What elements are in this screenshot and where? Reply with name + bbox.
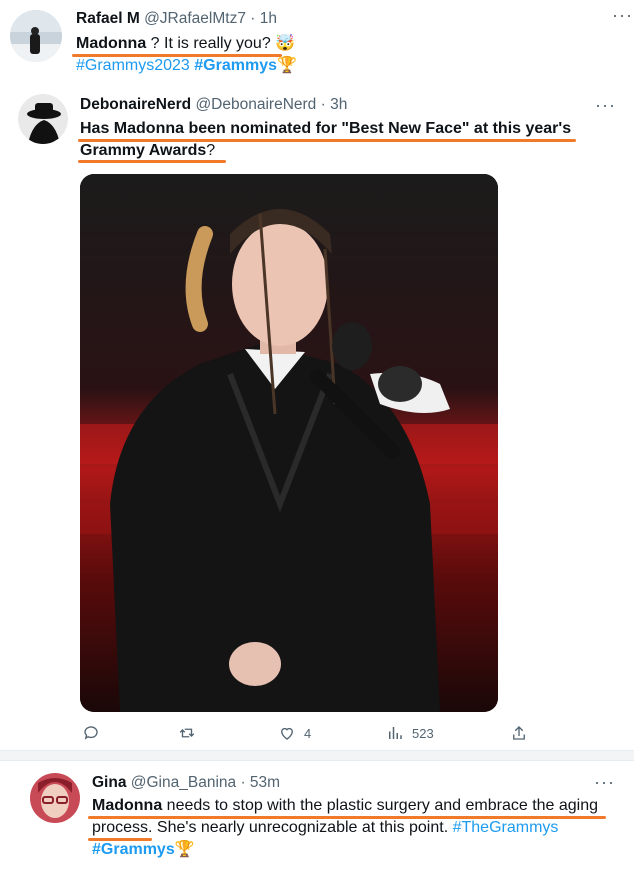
retweet-icon bbox=[179, 728, 195, 738]
like-button[interactable]: 4 bbox=[278, 724, 311, 742]
more-icon[interactable]: ··· bbox=[612, 6, 633, 24]
author-name[interactable]: Gina bbox=[92, 774, 126, 791]
tweet-text-rest: needs to stop with the plastic surgery a… bbox=[162, 797, 599, 814]
tweet-gina[interactable]: Gina @Gina_Banina · 53m ··· Madonna need… bbox=[0, 760, 634, 873]
mention-madonna: Madonna bbox=[76, 35, 147, 52]
hashtags: #Grammys2023 #Grammys🏆 bbox=[76, 56, 297, 76]
trophy-emoji: 🏆 bbox=[277, 57, 297, 74]
tweet-photo[interactable] bbox=[80, 174, 498, 712]
hashtag-grammys[interactable]: #Grammys bbox=[92, 841, 175, 858]
like-count: 4 bbox=[304, 725, 312, 741]
tweet-text-rest: She's nearly unrecognizable at this poin… bbox=[152, 819, 453, 836]
hashtag-thegrammys[interactable]: #TheGrammys bbox=[453, 819, 559, 836]
mention-madonna: Madonna bbox=[92, 797, 163, 814]
tweet-text-line1: Madonna needs to stop with the plastic s… bbox=[92, 796, 598, 816]
timestamp[interactable]: · 1h bbox=[250, 10, 277, 27]
like-icon bbox=[281, 727, 293, 740]
hashtag-grammys[interactable]: #Grammys bbox=[194, 57, 277, 74]
timestamp[interactable]: · 53m bbox=[240, 774, 280, 791]
author-line: Gina @Gina_Banina · 53m bbox=[92, 774, 280, 792]
tweet-text-rest: ? It is really you? 🤯 bbox=[146, 35, 296, 52]
tweet-text: Madonna ? It is really you? 🤯 bbox=[76, 34, 295, 54]
tweet-text-line2: process. She's nearly unrecognizable at … bbox=[92, 818, 558, 838]
author-name[interactable]: Rafael M bbox=[76, 10, 140, 27]
author-name[interactable]: DebonaireNerd bbox=[80, 96, 191, 113]
author-handle[interactable]: @JRafaelMtz7 bbox=[144, 10, 246, 27]
avatar-gina[interactable] bbox=[30, 773, 80, 823]
reply-icon bbox=[84, 726, 98, 740]
share-icon bbox=[513, 726, 525, 740]
reply-button[interactable] bbox=[82, 724, 108, 742]
hashtag-grammys2023[interactable]: #Grammys2023 bbox=[76, 57, 190, 74]
share-button[interactable] bbox=[510, 724, 528, 742]
views-icon bbox=[389, 727, 402, 739]
underline-annotation bbox=[78, 160, 226, 163]
tweet-text-line1: Has Madonna been nominated for "Best New… bbox=[80, 120, 572, 137]
author-handle[interactable]: @DebonaireNerd bbox=[195, 96, 316, 113]
tweet-text-line2: Grammy Awards? bbox=[80, 141, 215, 161]
author-line: DebonaireNerd @DebonaireNerd · 3h bbox=[80, 96, 347, 114]
tweet-debonairenerd[interactable]: DebonaireNerd @DebonaireNerd · 3h ··· Ha… bbox=[0, 86, 634, 750]
tweet-actions: 4 523 bbox=[80, 724, 540, 748]
more-icon[interactable]: ··· bbox=[594, 773, 615, 791]
question-mark: ? bbox=[206, 142, 216, 159]
tweet-rafael[interactable]: Rafael M @JRafaelMtz7 · 1h ··· Madonna ?… bbox=[0, 0, 634, 87]
author-handle[interactable]: @Gina_Banina bbox=[131, 774, 236, 791]
process-text: process. bbox=[92, 819, 153, 836]
avatar-rafael[interactable] bbox=[10, 10, 62, 62]
trophy-emoji: 🏆 bbox=[174, 841, 195, 858]
retweet-button[interactable] bbox=[178, 724, 204, 742]
timestamp[interactable]: · 3h bbox=[321, 96, 348, 113]
hashtags: #Grammys🏆 bbox=[92, 840, 195, 860]
views-count: 523 bbox=[412, 725, 434, 741]
grammy-awards-text: Grammy Awards bbox=[80, 142, 207, 159]
views-button[interactable]: 523 bbox=[386, 724, 434, 742]
more-icon[interactable]: ··· bbox=[595, 96, 616, 114]
avatar-debonairenerd[interactable] bbox=[18, 94, 68, 144]
author-line: Rafael M @JRafaelMtz7 · 1h bbox=[76, 10, 277, 28]
